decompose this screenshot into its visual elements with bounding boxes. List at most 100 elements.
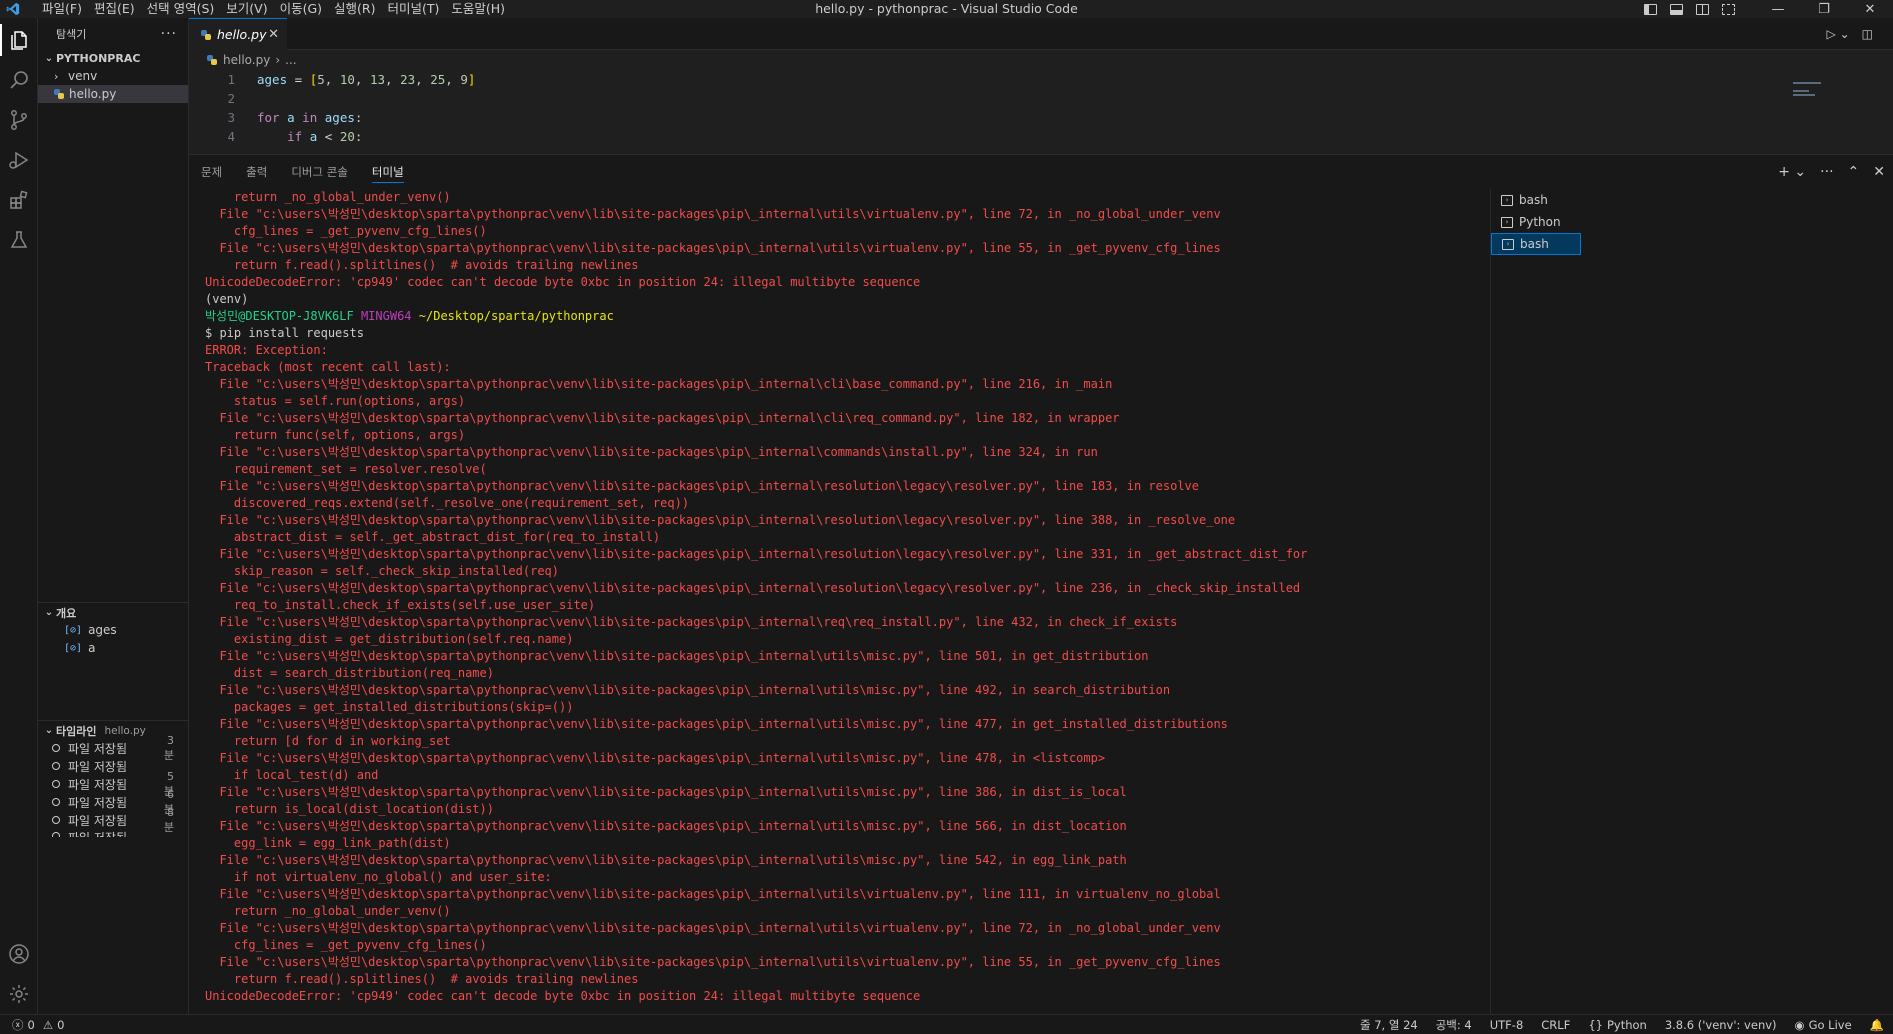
menu-terminal[interactable]: 터미널(T) (382, 0, 446, 18)
toggle-secondary-sidebar-button[interactable] (1689, 0, 1715, 18)
breadcrumb-more[interactable]: ... (285, 53, 296, 67)
terminal-line: return [d for d in working_set (205, 734, 451, 748)
notifications-icon[interactable]: 🔔 (1861, 1018, 1893, 1032)
menu-selection[interactable]: 선택 영역(S) (141, 0, 221, 18)
cursor-position[interactable]: 줄 7, 열 24 (1351, 1017, 1427, 1033)
terminal-line: return f.read().splitlines() # avoids tr… (205, 258, 639, 272)
extensions-activity-button[interactable] (0, 180, 38, 220)
terminal-line: if local_test(d) and (205, 768, 379, 782)
error-count: 0 (27, 1017, 35, 1032)
layout-grid-icon (1721, 3, 1735, 15)
tree-item-hello-py[interactable]: hello.py (38, 85, 188, 103)
tab-terminal[interactable]: 터미널 (371, 155, 404, 189)
maximize-panel-icon[interactable]: ⌃ (1848, 164, 1860, 180)
python-interpreter[interactable]: 3.8.6 ('venv': venv) (1656, 1018, 1786, 1032)
menu-file[interactable]: 파일(F) (36, 0, 88, 18)
encoding[interactable]: UTF-8 (1481, 1018, 1533, 1032)
chevron-down-icon: ⌄ (44, 52, 54, 64)
close-panel-icon[interactable]: ✕ (1873, 164, 1885, 180)
tab-debug-console[interactable]: 디버그 콘솔 (291, 155, 348, 189)
python-file-icon (54, 89, 64, 99)
timeline-item[interactable]: 파일 저장됨 (38, 829, 188, 837)
code-editor[interactable]: 1 ages = [5, 10, 13, 23, 25, 9] 2 3 for … (189, 70, 1893, 154)
tab-hello-py[interactable]: hello.py ✕ (189, 18, 287, 50)
minimize-button[interactable]: — (1755, 0, 1801, 18)
timeline-dot-icon (52, 780, 60, 788)
tree-item-label: hello.py (69, 87, 117, 101)
timeline-item[interactable]: 파일 저장됨 8분 (38, 806, 188, 834)
breadcrumb: hello.py › ... (189, 50, 1893, 70)
timeline-item[interactable]: 파일 저장됨 3분 (38, 734, 188, 762)
timeline-file: hello.py (104, 724, 146, 737)
terminal-line: egg_link = egg_link_path(dist) (205, 836, 451, 850)
files-icon (11, 31, 27, 50)
terminal-line: return is_local(dist_location(dist)) (205, 802, 494, 816)
terminal-line: (venv) (205, 292, 249, 306)
run-python-file-button[interactable]: ▷ ⌄ (1827, 27, 1850, 41)
language-label: Python (1606, 1018, 1647, 1032)
run-debug-activity-button[interactable] (0, 140, 38, 180)
outline-item-ages[interactable]: [⊘] ages (38, 621, 188, 639)
menu-run[interactable]: 실행(R) (328, 0, 381, 18)
prompt-host: MINGW64 (360, 309, 412, 323)
terminal-line: File "c:\users\박성민\desktop\sparta\python… (205, 445, 1098, 459)
minimap[interactable] (1793, 82, 1823, 96)
line-number: 1 (227, 72, 235, 87)
timeline-dot-icon (52, 832, 60, 837)
close-window-button[interactable]: ✕ (1847, 0, 1893, 18)
timeline-dot-icon (52, 762, 60, 770)
terminal-output[interactable]: return _no_global_under_venv() File "c:\… (205, 189, 1485, 1015)
terminal-line: File "c:\users\박성민\desktop\sparta\python… (205, 411, 1120, 425)
menu-view[interactable]: 보기(V) (220, 0, 273, 18)
outline-section-header[interactable]: ⌄ 개요 (38, 602, 189, 622)
terminal-line: File "c:\users\박성민\desktop\sparta\python… (205, 649, 1149, 663)
terminal-icon: › (1501, 194, 1513, 206)
end-of-line[interactable]: CRLF (1532, 1018, 1579, 1032)
accounts-activity-button[interactable] (0, 934, 38, 974)
terminal-line: File "c:\users\박성민\desktop\sparta\python… (205, 955, 1221, 969)
customize-layout-button[interactable] (1715, 0, 1741, 18)
split-editor-icon[interactable]: ◫ (1862, 27, 1873, 41)
problems-status[interactable]: ⓧ 0 ⚠ 0 (0, 1017, 64, 1033)
terminal-item-label: bash (1519, 193, 1548, 207)
timeline-item-label: 파일 저장됨 (68, 759, 128, 774)
tree-item-label: venv (68, 69, 98, 83)
terminal-item-bash[interactable]: › bash (1491, 189, 1581, 211)
python-file-icon (201, 29, 211, 40)
testing-activity-button[interactable] (0, 220, 38, 260)
project-section-header[interactable]: ⌄ PYTHONPRAC (38, 48, 189, 68)
terminal-line: File "c:\users\박성민\desktop\sparta\python… (205, 241, 1221, 255)
terminal-line: File "c:\users\박성민\desktop\sparta\python… (205, 717, 1228, 731)
outline-item-a[interactable]: [⊘] a (38, 639, 188, 657)
close-tab-icon[interactable]: ✕ (268, 27, 279, 42)
more-actions-icon[interactable]: ··· (161, 26, 177, 42)
sidebar-header: 탐색기 ··· (38, 18, 189, 50)
terminal-item-bash-active[interactable]: › bash (1491, 233, 1581, 255)
more-actions-icon[interactable]: ··· (1820, 164, 1833, 180)
tab-output[interactable]: 출력 (246, 155, 267, 189)
tree-item-venv[interactable]: › venv (38, 67, 188, 85)
activity-bar (0, 18, 38, 1014)
code-text: ages = [5, 10, 13, 23, 25, 9] (257, 72, 476, 87)
terminal-item-python[interactable]: › Python (1491, 211, 1581, 233)
toggle-panel-button[interactable] (1663, 0, 1689, 18)
search-icon (10, 71, 28, 89)
explorer-sidebar: 탐색기 ··· ⌄ PYTHONPRAC › venv hello.py ⌄ 개… (38, 18, 189, 1014)
new-terminal-icon[interactable]: + ⌄ (1778, 164, 1806, 180)
breadcrumb-file[interactable]: hello.py (223, 53, 270, 67)
line-number: 2 (227, 91, 235, 106)
indentation[interactable]: 공백: 4 (1427, 1017, 1481, 1033)
outline-item-label: a (88, 641, 96, 655)
search-activity-button[interactable] (0, 60, 38, 100)
restore-button[interactable]: ❐ (1801, 0, 1847, 18)
menu-go[interactable]: 이동(G) (274, 0, 328, 18)
manage-activity-button[interactable] (0, 974, 38, 1014)
toggle-primary-sidebar-button[interactable] (1637, 0, 1663, 18)
go-live-button[interactable]: ◉ Go Live (1786, 1018, 1861, 1032)
source-control-activity-button[interactable] (0, 100, 38, 140)
explorer-activity-button[interactable] (0, 20, 38, 60)
menu-help[interactable]: 도움말(H) (445, 0, 511, 18)
menu-edit[interactable]: 편집(E) (88, 0, 141, 18)
tab-problems[interactable]: 문제 (201, 155, 222, 189)
language-mode[interactable]: {} Python (1579, 1018, 1656, 1032)
